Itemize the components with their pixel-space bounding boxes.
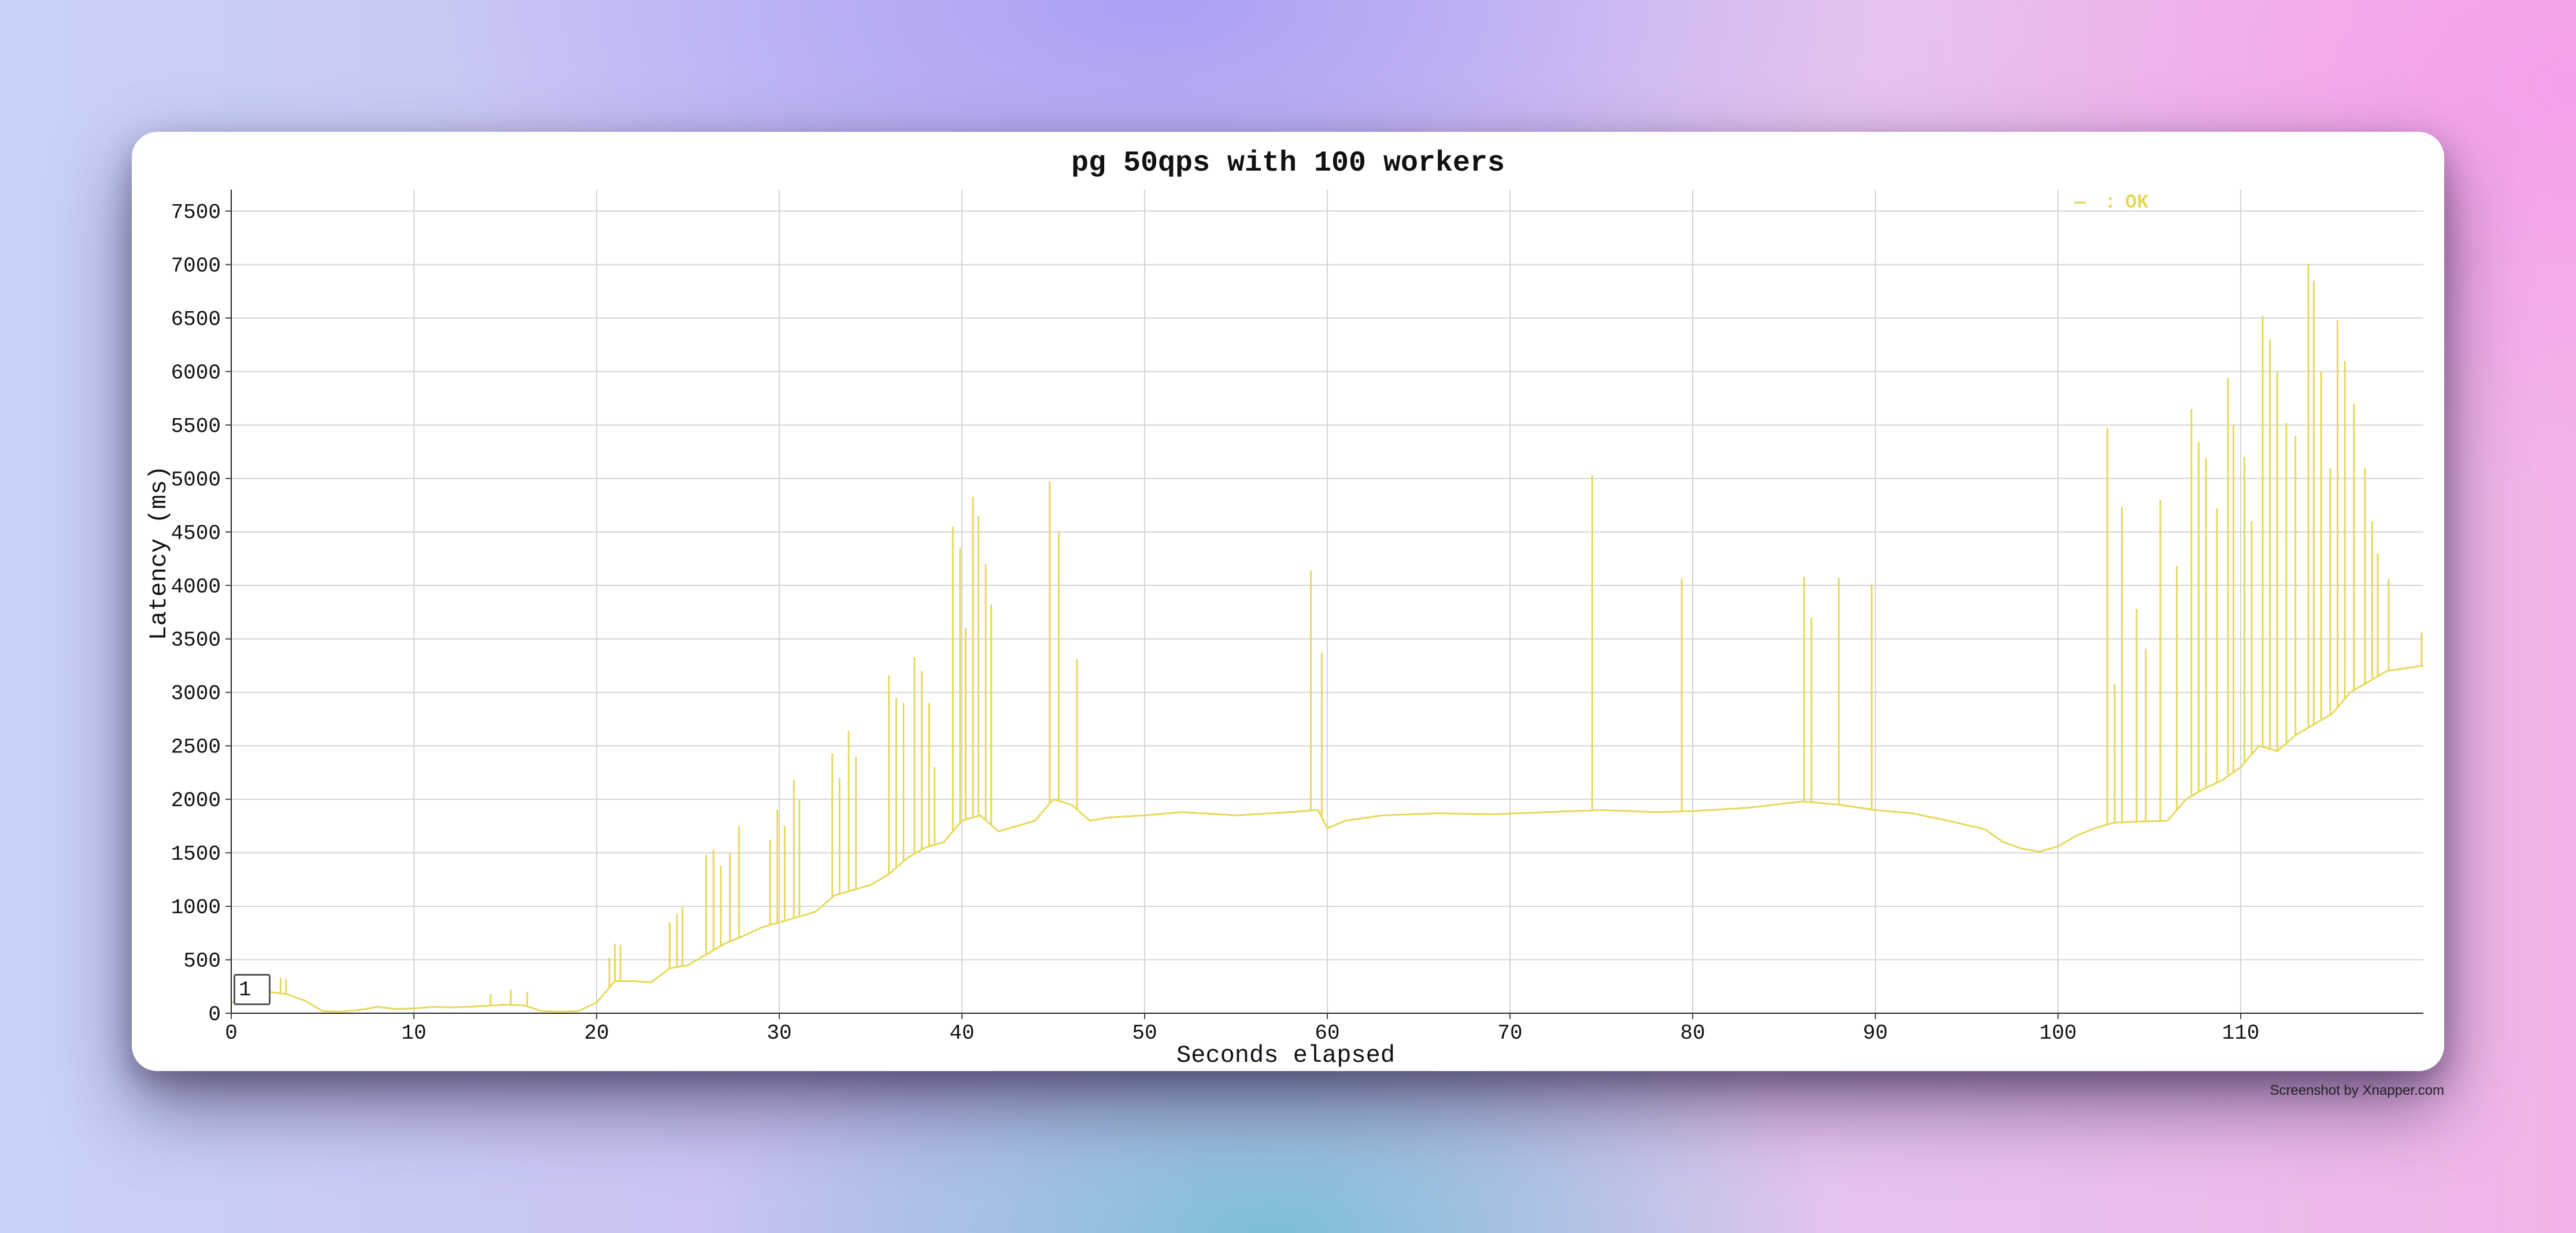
x-tick-label: 100 <box>2040 1021 2077 1045</box>
y-tick: 2500 <box>171 736 231 759</box>
y-tick-label: 5500 <box>171 415 221 438</box>
x-tick: 40 <box>949 1013 975 1045</box>
x-tick: 20 <box>584 1013 609 1045</box>
x-tick: 90 <box>1863 1013 1888 1045</box>
x-tick-label: 110 <box>2222 1021 2260 1045</box>
y-tick-label: 7000 <box>171 254 221 278</box>
y-tick: 500 <box>183 950 231 973</box>
y-tick-label: 3000 <box>171 682 221 706</box>
x-tick-label: 80 <box>1680 1021 1705 1045</box>
x-tick-label: 90 <box>1863 1021 1887 1045</box>
y-tick: 2000 <box>171 789 231 813</box>
x-axis-label: Seconds elapsed <box>1176 1042 1395 1069</box>
x-tick: 50 <box>1132 1013 1157 1045</box>
x-tick-label: 0 <box>225 1021 238 1045</box>
legend-label-ok: OK <box>2125 192 2149 214</box>
x-tick: 80 <box>1680 1013 1705 1045</box>
x-tick-label: 10 <box>401 1021 426 1045</box>
y-tick: 7000 <box>171 254 231 278</box>
y-axis-ticks: 0 500 1000 1500 2000 2500 3000 3500 4000 4500 5000… <box>171 201 231 1027</box>
y-tick-label: 1500 <box>171 843 221 866</box>
y-tick-label: 1000 <box>171 896 221 920</box>
x-tick: 110 <box>2222 1013 2260 1045</box>
y-tick: 4000 <box>171 575 231 599</box>
x-tick: 100 <box>2040 1013 2077 1045</box>
chart-card: pg 50qps with 100 workers 0 500 1000 1500 20… <box>132 132 2444 1071</box>
x-tick: 70 <box>1497 1013 1523 1045</box>
legend-separator: : <box>2104 192 2116 214</box>
y-tick: 3000 <box>171 682 231 706</box>
x-tick-label: 40 <box>949 1021 974 1045</box>
x-tick-label: 70 <box>1497 1021 1522 1045</box>
y-tick-label: 3500 <box>171 629 221 652</box>
y-tick-label: 5000 <box>171 468 221 492</box>
y-tick: 6500 <box>171 308 231 331</box>
y-tick: 6000 <box>171 361 231 385</box>
y-tick: 3500 <box>171 629 231 652</box>
y-tick-label: 0 <box>208 1003 221 1027</box>
x-tick: 60 <box>1315 1013 1340 1045</box>
x-tick: 30 <box>767 1013 792 1045</box>
y-tick: 1000 <box>171 896 231 920</box>
x-tick-label: 30 <box>767 1021 791 1045</box>
chart-svg: 0500100015002000250030003500400045005000… <box>145 190 2424 1069</box>
x-axis-ticks: 0 10 20 30 40 50 60 70 80 90 100 110 <box>225 1013 2259 1045</box>
y-tick-label: 500 <box>183 950 221 973</box>
y-axis-label: Latency (ms) <box>145 466 173 640</box>
screenshot-credit: Screenshot by Xnapper.com <box>2270 1083 2444 1098</box>
y-tick: 7500 <box>171 201 231 224</box>
y-tick: 4500 <box>171 522 231 545</box>
x-tick: 10 <box>401 1013 427 1045</box>
y-tick: 5000 <box>171 468 231 492</box>
x-tick-label: 20 <box>584 1021 609 1045</box>
y-tick-label: 6000 <box>171 361 221 385</box>
x-tick-label: 50 <box>1132 1021 1157 1045</box>
page-number-input[interactable]: 1 <box>234 974 271 1005</box>
legend: — : OK <box>2074 192 2149 214</box>
legend-line-marker: — <box>2074 192 2086 214</box>
y-tick: 5500 <box>171 415 231 438</box>
y-tick-label: 7500 <box>171 201 221 224</box>
grid <box>231 190 2423 1014</box>
y-tick-label: 4000 <box>171 575 221 599</box>
y-tick-label: 2000 <box>171 789 221 813</box>
y-tick: 1500 <box>171 843 231 866</box>
y-tick-label: 2500 <box>171 736 221 759</box>
y-tick-label: 6500 <box>171 308 221 331</box>
x-tick: 0 <box>225 1013 238 1045</box>
y-tick-label: 4500 <box>171 522 221 545</box>
